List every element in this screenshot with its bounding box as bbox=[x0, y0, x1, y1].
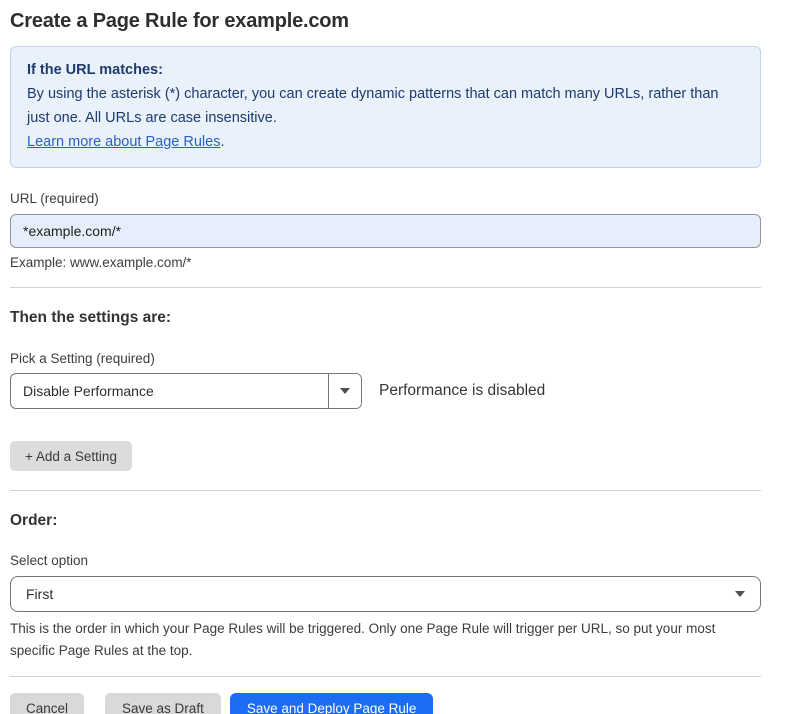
save-and-deploy-button[interactable]: Save and Deploy Page Rule bbox=[230, 693, 434, 714]
url-field-label: URL (required) bbox=[10, 191, 761, 206]
order-select-value: First bbox=[26, 586, 53, 602]
order-section-heading: Order: bbox=[10, 512, 761, 530]
setting-select[interactable]: Disable Performance bbox=[10, 373, 362, 409]
cancel-button[interactable]: Cancel bbox=[10, 693, 84, 714]
order-select[interactable]: First bbox=[10, 576, 761, 612]
page-title: Create a Page Rule for example.com bbox=[10, 10, 761, 33]
url-match-info-box: If the URL matches: By using the asteris… bbox=[10, 46, 761, 168]
order-select-label: Select option bbox=[10, 553, 761, 568]
settings-section-heading: Then the settings are: bbox=[10, 309, 761, 327]
divider bbox=[10, 676, 761, 677]
learn-more-link[interactable]: Learn more about Page Rules bbox=[27, 134, 220, 150]
pick-setting-label: Pick a Setting (required) bbox=[10, 351, 761, 366]
url-field-group: URL (required) Example: www.example.com/… bbox=[10, 191, 761, 270]
setting-status-text: Performance is disabled bbox=[379, 382, 545, 400]
url-example-text: Example: www.example.com/* bbox=[10, 255, 761, 270]
footer-actions: Cancel Save as Draft Save and Deploy Pag… bbox=[10, 693, 761, 714]
link-suffix: . bbox=[220, 134, 224, 150]
order-help-text: This is the order in which your Page Rul… bbox=[10, 618, 755, 662]
info-box-body: By using the asterisk (*) character, you… bbox=[27, 82, 744, 130]
setting-select-value: Disable Performance bbox=[11, 374, 328, 408]
info-box-link-line: Learn more about Page Rules. bbox=[27, 130, 744, 154]
divider bbox=[10, 490, 761, 491]
url-input[interactable] bbox=[10, 214, 761, 248]
setting-row: Disable Performance Performance is disab… bbox=[10, 373, 761, 409]
info-box-heading: If the URL matches: bbox=[27, 58, 744, 82]
save-as-draft-button[interactable]: Save as Draft bbox=[105, 693, 221, 714]
add-setting-button[interactable]: + Add a Setting bbox=[10, 441, 132, 471]
chevron-down-icon bbox=[735, 591, 745, 597]
divider bbox=[10, 287, 761, 288]
chevron-down-icon bbox=[340, 388, 350, 394]
setting-select-arrow-button[interactable] bbox=[328, 374, 361, 408]
page-rule-form: Create a Page Rule for example.com If th… bbox=[10, 0, 761, 714]
